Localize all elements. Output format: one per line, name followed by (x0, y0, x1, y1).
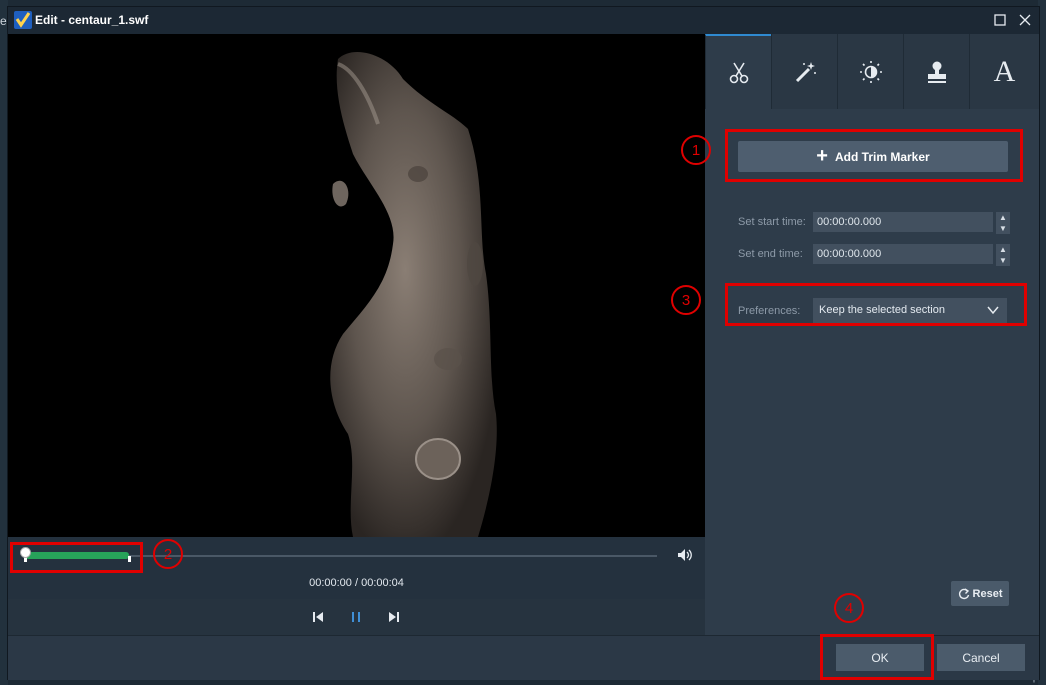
title-bar[interactable]: Edit - centaur_1.swf (8, 7, 1039, 34)
asteroid-image (330, 51, 497, 537)
tab-trim[interactable] (705, 34, 771, 109)
previous-frame-icon[interactable] (310, 609, 326, 625)
chevron-down-icon[interactable]: ▼ (996, 223, 1010, 234)
start-time-row: Set start time: ▲ ▼ (738, 212, 1018, 234)
transport-bar (8, 599, 705, 635)
annotation-number-2: 2 (153, 539, 183, 569)
annotation-number-4: 4 (834, 593, 864, 623)
chevron-up-icon[interactable]: ▲ (996, 244, 1010, 255)
cancel-button[interactable]: Cancel (937, 644, 1025, 671)
chevron-up-icon[interactable]: ▲ (996, 212, 1010, 223)
window-title: Edit - centaur_1.swf (35, 13, 149, 27)
close-button[interactable] (1016, 11, 1034, 29)
end-time-row: Set end time: ▲ ▼ (738, 244, 1018, 266)
edit-panel: A + Add Trim Marker Set start time: ▲ ▼ … (705, 34, 1039, 635)
reset-button[interactable]: Reset (951, 581, 1009, 606)
stamp-icon (927, 61, 946, 83)
magic-wand-icon (795, 61, 816, 82)
end-time-label: Set end time: (738, 248, 803, 260)
annotation-number-3: 3 (671, 285, 701, 315)
annotation-box-trim-range (10, 542, 143, 573)
start-time-spinner[interactable]: ▲ ▼ (996, 212, 1010, 234)
annotation-box-ok (820, 634, 934, 680)
text-icon: A (993, 54, 1016, 88)
app-logo-icon (14, 11, 32, 29)
annotation-box-add-trim (725, 129, 1023, 182)
background-app-text: e (0, 14, 7, 28)
volume-icon[interactable] (676, 547, 692, 563)
annotation-box-preferences (725, 283, 1027, 326)
brightness-icon (859, 60, 882, 83)
reset-icon (958, 587, 969, 599)
end-time-input[interactable] (813, 244, 993, 264)
chevron-down-icon[interactable]: ▼ (996, 255, 1010, 266)
start-time-label: Set start time: (738, 216, 806, 228)
end-time-spinner[interactable]: ▲ ▼ (996, 244, 1010, 266)
scissors-icon (729, 62, 748, 83)
close-icon (1019, 14, 1031, 26)
pause-icon[interactable] (348, 609, 364, 625)
seek-bar[interactable] (129, 555, 657, 557)
start-time-input[interactable] (813, 212, 993, 232)
time-display: 00:00:00 / 00:00:04 (309, 577, 404, 589)
next-frame-icon[interactable] (386, 609, 402, 625)
reset-label: Reset (972, 587, 1003, 600)
tab-effects[interactable] (771, 34, 837, 109)
maximize-icon (994, 14, 1006, 26)
tab-text[interactable]: A (969, 34, 1039, 109)
maximize-button[interactable] (991, 11, 1009, 29)
video-preview (8, 34, 705, 537)
edit-dialog: Edit - centaur_1.swf 00:00:00 / 00:00:04… (7, 6, 1040, 680)
tab-adjust[interactable] (837, 34, 903, 109)
tab-watermark[interactable] (903, 34, 969, 109)
tool-tabs: A (705, 34, 1039, 109)
annotation-number-1: 1 (681, 135, 711, 165)
